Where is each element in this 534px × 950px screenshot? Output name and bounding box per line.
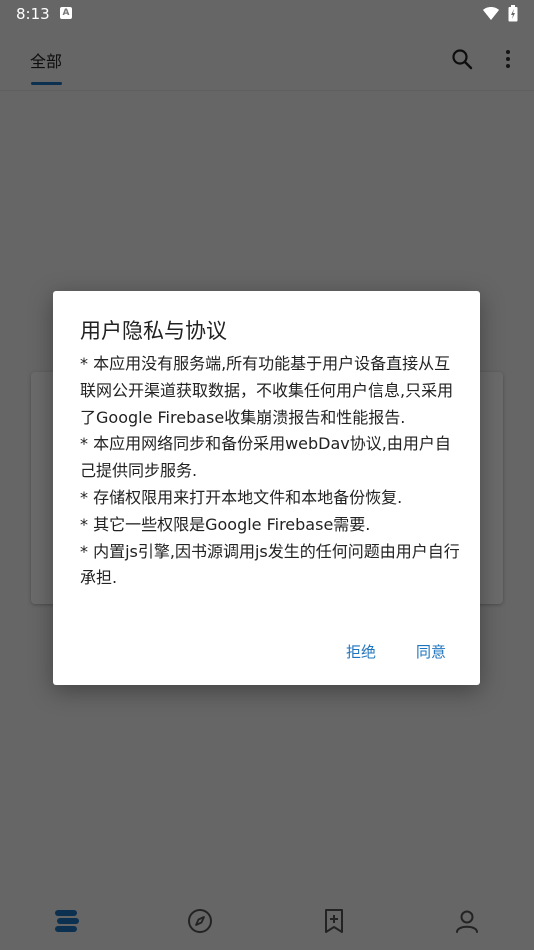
battery-icon xyxy=(508,5,518,22)
dialog-paragraph: * 存储权限用来打开本地文件和本地备份恢复. xyxy=(80,487,403,507)
dialog-title: 用户隐私与协议 xyxy=(80,319,227,343)
agree-button[interactable]: 同意 xyxy=(416,641,446,662)
status-bar: 8:13 A xyxy=(0,0,534,28)
wifi-icon xyxy=(483,7,499,20)
dialog-paragraph: * 内置js引擎,因书源调用js发生的任何问题由用户自行承担. xyxy=(80,541,460,588)
dialog-body: * 本应用没有服务端,所有功能基于用户设备直接从互联网公开渠道获取数据，不收集任… xyxy=(80,351,460,592)
dialog-paragraph: * 本应用没有服务端,所有功能基于用户设备直接从互联网公开渠道获取数据，不收集任… xyxy=(80,354,454,427)
notification-icon: A xyxy=(60,7,72,19)
status-time: 8:13 xyxy=(16,5,50,23)
reject-button[interactable]: 拒绝 xyxy=(346,641,376,662)
dialog-actions: 拒绝 同意 xyxy=(346,641,446,662)
privacy-dialog: 用户隐私与协议 * 本应用没有服务端,所有功能基于用户设备直接从互联网公开渠道获… xyxy=(53,291,480,685)
dialog-paragraph: * 本应用网络同步和备份采用webDav协议,由用户自己提供同步服务. xyxy=(80,434,451,481)
dialog-paragraph: * 其它一些权限是Google Firebase需要. xyxy=(80,514,371,534)
